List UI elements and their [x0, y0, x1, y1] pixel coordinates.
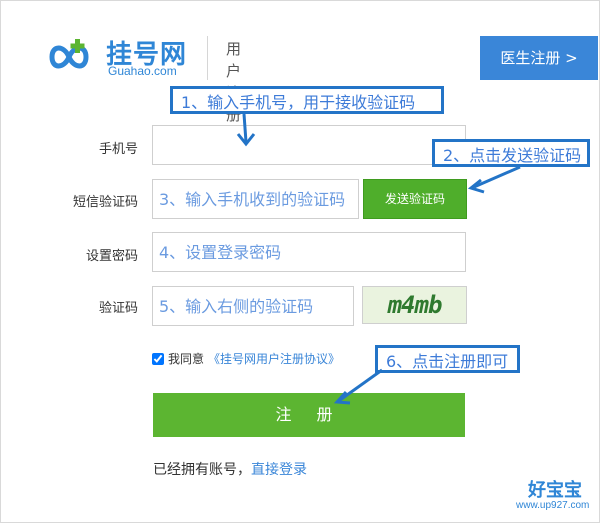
have-account-text: 已经拥有账号， [153, 462, 251, 478]
phone-input[interactable] [153, 126, 465, 164]
password-input[interactable] [153, 233, 465, 271]
header-divider [207, 36, 208, 80]
watermark-url: www.up927.com [516, 500, 590, 511]
sms-code-label: 短信验证码 [72, 194, 138, 209]
captcha-label: 验证码 [98, 300, 138, 315]
login-prompt: 已经拥有账号，直接登录 [153, 459, 307, 479]
captcha-input[interactable] [153, 287, 353, 325]
captcha-image[interactable]: m4mb [362, 286, 467, 324]
send-code-button[interactable]: 发送验证码 [363, 179, 467, 219]
phone-field [152, 125, 466, 165]
agree-text: 我同意 [168, 352, 205, 366]
doctor-register-button[interactable]: 医生注册 > [480, 36, 598, 80]
sms-code-field [152, 179, 359, 219]
annotation-step2: 2、点击发送验证码 [432, 139, 590, 167]
agree-checkbox[interactable] [152, 352, 164, 365]
watermark-name: 好宝宝 [528, 480, 582, 501]
guahao-logo-icon [49, 39, 89, 69]
password-field [152, 232, 466, 272]
sms-code-input[interactable] [153, 180, 358, 218]
agreement-row: 我同意 《挂号网用户注册协议》 [152, 350, 340, 367]
annotation-step1: 1、输入手机号，用于接收验证码 [170, 86, 444, 114]
captcha-field [152, 286, 354, 326]
annotation-step6: 6、点击注册即可 [375, 345, 520, 373]
direct-login-link[interactable]: 直接登录 [251, 462, 307, 478]
agreement-link[interactable]: 《挂号网用户注册协议》 [208, 350, 340, 367]
register-button[interactable]: 注 册 [153, 393, 465, 437]
phone-label: 手机号 [98, 141, 138, 156]
password-label: 设置密码 [85, 248, 138, 263]
brand-domain: Guahao.com [108, 64, 177, 78]
